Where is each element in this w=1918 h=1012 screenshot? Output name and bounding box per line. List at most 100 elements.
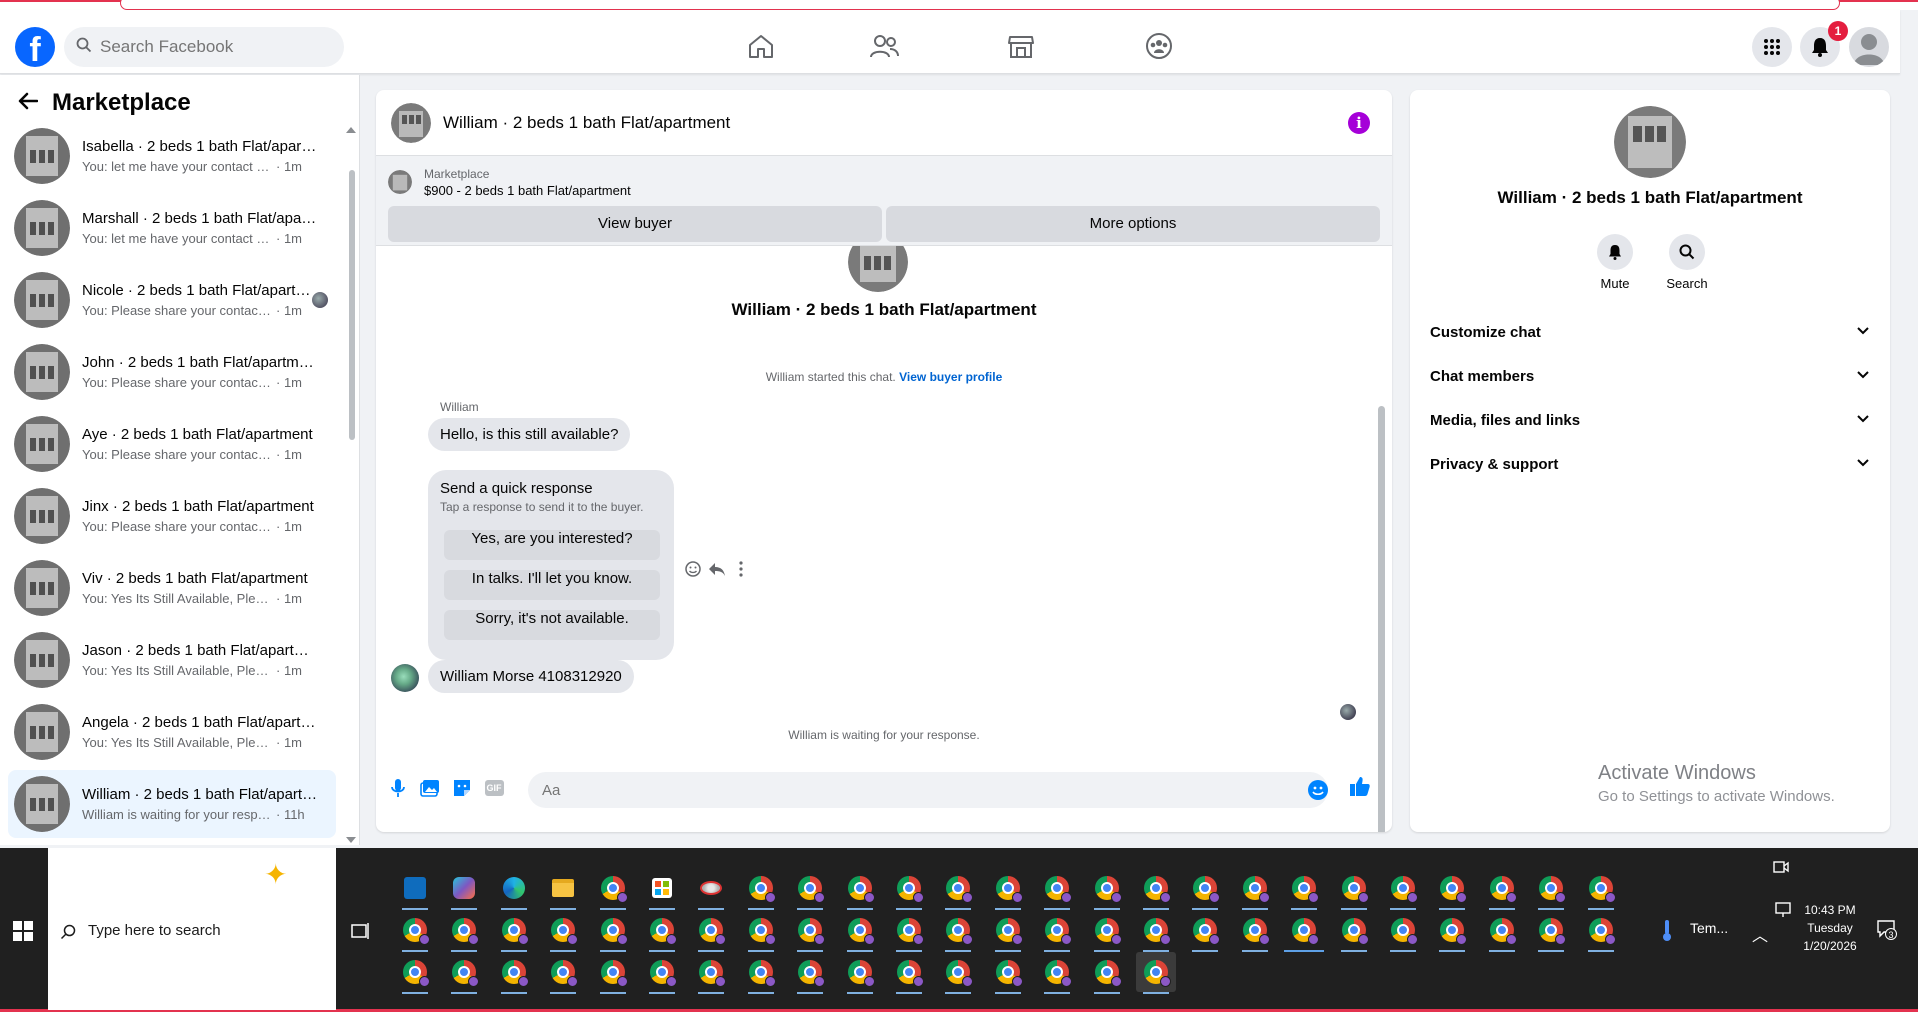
temperature-icon[interactable] — [1660, 918, 1674, 942]
emoji-icon[interactable] — [1308, 780, 1328, 800]
chrome-taskbar-icon[interactable] — [642, 910, 682, 952]
chrome-taskbar-icon[interactable] — [543, 952, 583, 994]
chrome-taskbar-icon[interactable] — [691, 952, 731, 994]
chrome-taskbar-icon[interactable] — [1383, 868, 1423, 910]
react-emoji-icon[interactable] — [682, 558, 704, 580]
chrome-taskbar-icon[interactable] — [444, 910, 484, 952]
listing-title[interactable]: $900 - 2 beds 1 bath Flat/apartment — [424, 183, 631, 198]
message-input[interactable] — [528, 772, 1328, 808]
sticker-icon[interactable] — [450, 776, 474, 800]
chrome-taskbar-icon[interactable] — [1037, 868, 1077, 910]
chrome-taskbar-icon[interactable] — [1037, 952, 1077, 994]
chrome-taskbar-icon[interactable] — [1284, 910, 1324, 952]
chrome-taskbar-icon[interactable] — [889, 868, 929, 910]
chrome-taskbar-icon[interactable] — [593, 910, 633, 952]
search-action[interactable]: Search — [1652, 234, 1722, 291]
chrome-taskbar-icon[interactable] — [1087, 910, 1127, 952]
weather-label[interactable]: Tem... — [1690, 920, 1728, 936]
chrome-taskbar-icon[interactable] — [1531, 910, 1571, 952]
conversation-item[interactable]: Nicole · 2 beds 1 bath Flat/apartment You… — [8, 266, 336, 334]
bell-icon[interactable] — [1597, 234, 1633, 270]
conversation-item[interactable]: William · 2 beds 1 bath Flat/apartment Wi… — [8, 770, 336, 838]
conversation-item[interactable]: Isabella · 2 beds 1 bath Flat/apartment Y… — [8, 122, 336, 190]
chrome-taskbar-icon[interactable] — [1432, 868, 1472, 910]
browser-address-bar[interactable] — [120, 0, 1840, 10]
chrome-taskbar-icon[interactable] — [741, 868, 781, 910]
chrome-taskbar-icon[interactable] — [741, 910, 781, 952]
conversation-item[interactable]: John · 2 beds 1 bath Flat/apartment You: … — [8, 338, 336, 406]
quick-response-not-available-button[interactable]: Sorry, it's not available. — [444, 610, 660, 640]
chrome-taskbar-icon[interactable] — [790, 952, 830, 994]
chrome-taskbar-icon[interactable] — [1531, 868, 1571, 910]
chrome-taskbar-icon[interactable] — [1482, 910, 1522, 952]
conversation-item[interactable]: Aye · 2 beds 1 bath Flat/apartment You: P… — [8, 410, 336, 478]
chrome-taskbar-icon[interactable] — [1284, 868, 1324, 910]
chrome-taskbar-icon[interactable] — [1136, 910, 1176, 952]
chrome-taskbar-icon[interactable] — [840, 868, 880, 910]
chrome-taskbar-icon[interactable] — [642, 952, 682, 994]
more-actions-icon[interactable] — [730, 558, 752, 580]
chrome-taskbar-icon[interactable] — [1087, 868, 1127, 910]
notification-center-icon[interactable]: 3 — [1876, 918, 1897, 940]
chrome-taskbar-icon[interactable] — [593, 868, 633, 910]
taskbar-search-box[interactable]: Type here to search ✦ — [48, 848, 336, 1010]
paint-taskbar-icon[interactable] — [691, 868, 731, 910]
chrome-taskbar-icon[interactable] — [1581, 868, 1621, 910]
chrome-taskbar-icon[interactable] — [691, 910, 731, 952]
conversation-item[interactable]: Angela · 2 beds 1 bath Flat/apartment You… — [8, 698, 336, 766]
home-icon[interactable] — [743, 30, 779, 62]
search-facebook-box[interactable] — [64, 27, 344, 67]
chrome-taskbar-icon[interactable] — [1334, 910, 1374, 952]
chrome-taskbar-icon[interactable] — [1235, 868, 1275, 910]
chrome-taskbar-icon[interactable] — [593, 952, 633, 994]
chrome-taskbar-icon[interactable] — [1383, 910, 1423, 952]
chrome-taskbar-icon[interactable] — [395, 910, 435, 952]
chrome-taskbar-icon[interactable] — [840, 952, 880, 994]
clock[interactable]: 10:43 PM Tuesday 1/20/2026 — [1790, 901, 1870, 955]
media-files-links-row[interactable]: Media, files and links — [1424, 400, 1876, 440]
chrome-taskbar-icon[interactable] — [938, 910, 978, 952]
store-taskbar-icon[interactable] — [642, 868, 682, 910]
chrome-taskbar-icon[interactable] — [1185, 868, 1225, 910]
account-avatar[interactable] — [1849, 27, 1889, 67]
chrome-taskbar-icon[interactable] — [988, 910, 1028, 952]
inbox-scrollbar[interactable] — [349, 170, 355, 440]
chrome-taskbar-icon[interactable] — [988, 868, 1028, 910]
chrome-taskbar-icon[interactable] — [1185, 910, 1225, 952]
chrome-taskbar-icon[interactable] — [1087, 952, 1127, 994]
chrome-taskbar-icon[interactable] — [889, 910, 929, 952]
conversation-item[interactable]: Jason · 2 beds 1 bath Flat/apartment You:… — [8, 626, 336, 694]
meet-now-icon[interactable] — [1772, 858, 1790, 876]
view-buyer-button[interactable]: View buyer — [388, 206, 882, 242]
chrome-taskbar-icon[interactable] — [444, 952, 484, 994]
mute-action[interactable]: Mute — [1580, 234, 1650, 291]
back-arrow-icon[interactable] — [18, 92, 39, 115]
message-bubble[interactable]: William Morse 4108312920 — [428, 660, 634, 693]
scroll-down-arrow-icon[interactable] — [346, 837, 356, 843]
chrome-taskbar-icon[interactable] — [790, 910, 830, 952]
chrome-taskbar-icon[interactable] — [494, 952, 534, 994]
chrome-taskbar-icon[interactable] — [938, 952, 978, 994]
conversation-item[interactable]: Viv · 2 beds 1 bath Flat/apartment You: Y… — [8, 554, 336, 622]
reply-arrow-icon[interactable] — [706, 558, 728, 580]
customize-chat-row[interactable]: Customize chat — [1424, 312, 1876, 352]
microphone-icon[interactable] — [386, 776, 410, 800]
groups-icon[interactable] — [1141, 30, 1177, 62]
scroll-up-arrow-icon[interactable] — [346, 127, 356, 133]
chrome-taskbar-icon[interactable] — [790, 868, 830, 910]
chrome-taskbar-icon[interactable] — [1482, 868, 1522, 910]
chrome-taskbar-icon[interactable] — [494, 910, 534, 952]
buyer-avatar[interactable] — [391, 664, 419, 692]
chrome-taskbar-icon[interactable] — [395, 952, 435, 994]
conversation-item[interactable]: Marshall · 2 beds 1 bath Flat/apartment Y… — [8, 194, 336, 262]
marketplace-icon[interactable] — [1003, 30, 1039, 62]
menu-grid-icon[interactable] — [1752, 27, 1792, 67]
view-buyer-profile-link[interactable]: View buyer profile — [899, 370, 1002, 384]
message-bubble[interactable]: Hello, is this still available? — [428, 418, 631, 451]
chrome-taskbar-icon[interactable] — [1136, 952, 1176, 994]
thumbs-up-icon[interactable] — [1348, 774, 1372, 798]
chrome-taskbar-icon[interactable] — [988, 952, 1028, 994]
chrome-taskbar-icon[interactable] — [840, 910, 880, 952]
windows-start-icon[interactable] — [12, 920, 34, 942]
chrome-taskbar-icon[interactable] — [543, 910, 583, 952]
